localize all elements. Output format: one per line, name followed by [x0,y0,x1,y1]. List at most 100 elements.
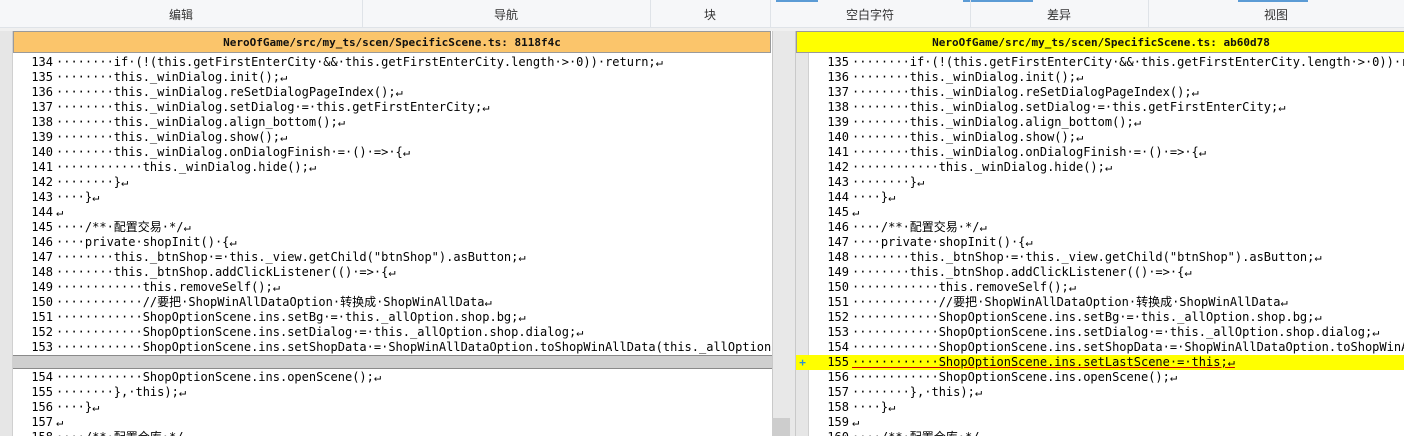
code-line[interactable]: 158 ····}↵ [796,400,1404,415]
line-number: 144 [827,190,849,204]
code-line[interactable]: 153 ············ShopOptionScene.ins.setSh… [0,340,772,355]
line-code: ········}↵ [852,175,925,189]
ribbon-group-block[interactable]: 块 [650,0,770,28]
code-line[interactable]: 143 ····}↵ [0,190,772,205]
line-code: ········this._winDialog.init();↵ [56,70,288,84]
line-code: ····}↵ [852,400,896,414]
line-number: 149 [827,265,849,279]
code-line[interactable]: 152 ············ShopOptionScene.ins.setDi… [0,325,772,340]
code-line[interactable]: 158····/**·配置仓库·*/ [0,430,772,436]
code-line[interactable]: 145 ↵ [796,205,1404,220]
code-line[interactable]: 150 ············this.removeSelf();↵ [796,280,1404,295]
code-line[interactable]: 154 ············ShopOptionScene.ins.openS… [0,370,772,385]
line-number: 147 [827,235,849,249]
code-line[interactable]: 146 ····private·shopInit()·{↵ [0,235,772,250]
line-number: 137 [827,85,849,99]
line-number: 134 [31,55,53,69]
line-code: ············this._winDialog.hide();↵ [56,160,317,174]
code-line[interactable]: 148 ········this._btnShop·=·this._view.ge… [796,250,1404,265]
collapsed-gap[interactable] [13,355,772,369]
line-code: ············ShopOptionScene.ins.openScen… [852,370,1178,384]
line-number: 138 [827,100,849,114]
code-line[interactable]: 134 ········if·(!(this.getFirstEnterCity·… [0,55,772,70]
code-line[interactable]: 155 ········},·this);↵ [0,385,772,400]
code-line[interactable]: 138 ········this._winDialog.setDialog·=·t… [796,100,1404,115]
line-number: 142 [31,175,53,189]
added-code-line[interactable]: +155 ············ShopOptionScene.ins.setL… [796,355,1404,370]
code-line[interactable]: 151 ············ShopOptionScene.ins.setBg… [0,310,772,325]
code-line[interactable]: 142 ············this._winDialog.hide();↵ [796,160,1404,175]
code-line[interactable]: 140 ········this._winDialog.onDialogFinis… [0,145,772,160]
line-code: ········this._winDialog.onDialogFinish·=… [56,145,411,159]
ribbon-group-diff[interactable]: 差异 [970,0,1148,28]
line-code: ········this._btnShop·=·this._view.getCh… [56,250,526,264]
line-code: ············ShopOptionScene.ins.openScen… [56,370,382,384]
code-line[interactable]: 143 ········}↵ [796,175,1404,190]
line-number: 143 [827,175,849,189]
code-line[interactable]: 159 ↵ [796,415,1404,430]
line-code: ········this._winDialog.setDialog·=·this… [56,100,490,114]
code-line[interactable]: 151 ············//要把·ShopWinAllDataOption… [796,295,1404,310]
code-line[interactable]: 156 ····}↵ [0,400,772,415]
line-number: 146 [31,235,53,249]
code-line[interactable]: 137 ········this._winDialog.setDialog·=·t… [0,100,772,115]
line-code: ↵ [852,415,860,429]
code-line[interactable]: 144 ····}↵ [796,190,1404,205]
code-line[interactable]: 141 ········this._winDialog.onDialogFinis… [796,145,1404,160]
line-number: 146 [827,220,849,234]
line-code: ············ShopOptionScene.ins.setDialo… [852,325,1380,339]
code-line[interactable]: 147 ········this._btnShop·=·this._view.ge… [0,250,772,265]
code-line[interactable]: 154 ············ShopOptionScene.ins.setSh… [796,340,1404,355]
code-line[interactable]: 146 ····/**·配置交易·*/↵ [796,220,1404,235]
code-line[interactable]: 139 ········this._winDialog.align_bottom(… [796,115,1404,130]
pane-divider[interactable] [772,31,796,436]
code-line[interactable]: 152 ············ShopOptionScene.ins.setBg… [796,310,1404,325]
code-line[interactable]: 157 ········},·this);↵ [796,385,1404,400]
code-line[interactable]: 136 ········this._winDialog.reSetDialogPa… [0,85,772,100]
code-line[interactable]: 141 ············this._winDialog.hide();↵ [0,160,772,175]
code-line[interactable]: 136 ········this._winDialog.init();↵ [796,70,1404,85]
line-number: 137 [31,100,53,114]
line-code: ············ShopOptionScene.ins.setShopD… [852,340,1404,354]
line-code: ····/**·配置交易·*/↵ [56,220,191,234]
code-line[interactable]: 135 ········this._winDialog.init();↵ [0,70,772,85]
code-line[interactable]: 140 ········this._winDialog.show();↵ [796,130,1404,145]
code-line[interactable]: 147 ····private·shopInit()·{↵ [796,235,1404,250]
line-code: ····}↵ [56,190,100,204]
code-line[interactable]: 149 ········this._btnShop.addClickListene… [796,265,1404,280]
line-code: ········this._btnShop.addClickListener((… [56,265,396,279]
line-number: 157 [31,415,53,429]
code-line[interactable]: 149 ············this.removeSelf();↵ [0,280,772,295]
code-line[interactable]: 153 ············ShopOptionScene.ins.setDi… [796,325,1404,340]
ribbon-group-edit[interactable]: 编辑 [0,0,362,28]
code-line[interactable]: 157 ↵ [0,415,772,430]
line-code: ↵ [56,205,64,219]
ribbon-group-navigate[interactable]: 导航 [362,0,650,28]
diff-viewer: 编辑 导航 块 空白字符 差异 视图 NeroOfGame/src/my_ts/… [0,0,1404,436]
right-file-header: NeroOfGame/src/my_ts/scen/SpecificScene.… [796,31,1404,53]
code-line[interactable]: 138 ········this._winDialog.align_bottom(… [0,115,772,130]
code-line[interactable]: 150 ············//要把·ShopWinAllDataOption… [0,295,772,310]
code-line[interactable]: 148 ········this._btnShop.addClickListene… [0,265,772,280]
scrollbar-corner[interactable] [772,418,790,436]
ribbon-group-view[interactable]: 视图 [1148,0,1404,28]
line-number: 152 [31,325,53,339]
line-code: ········},·this);↵ [56,385,187,399]
code-line[interactable]: 137 ········this._winDialog.reSetDialogPa… [796,85,1404,100]
line-number: 154 [827,340,849,354]
code-line[interactable]: 139 ········this._winDialog.show();↵ [0,130,772,145]
code-line[interactable]: 142 ········}↵ [0,175,772,190]
code-line[interactable]: 145 ····/**·配置交易·*/↵ [0,220,772,235]
line-number: 151 [827,295,849,309]
ribbon-group-whitespace[interactable]: 空白字符 [770,0,970,28]
code-line[interactable]: 144 ↵ [0,205,772,220]
right-diff-pane[interactable]: NeroOfGame/src/my_ts/scen/SpecificScene.… [796,31,1404,436]
code-line[interactable]: 135 ········if·(!(this.getFirstEnterCity·… [796,55,1404,70]
line-number: 156 [31,400,53,414]
code-line[interactable]: 156 ············ShopOptionScene.ins.openS… [796,370,1404,385]
line-number: 141 [827,145,849,159]
left-diff-pane[interactable]: NeroOfGame/src/my_ts/scen/SpecificScene.… [0,31,772,436]
line-number: 140 [31,145,53,159]
line-code: ········this._winDialog.setDialog·=·this… [852,100,1286,114]
code-line[interactable]: 160····/**·配置仓库·*/ [796,430,1404,436]
